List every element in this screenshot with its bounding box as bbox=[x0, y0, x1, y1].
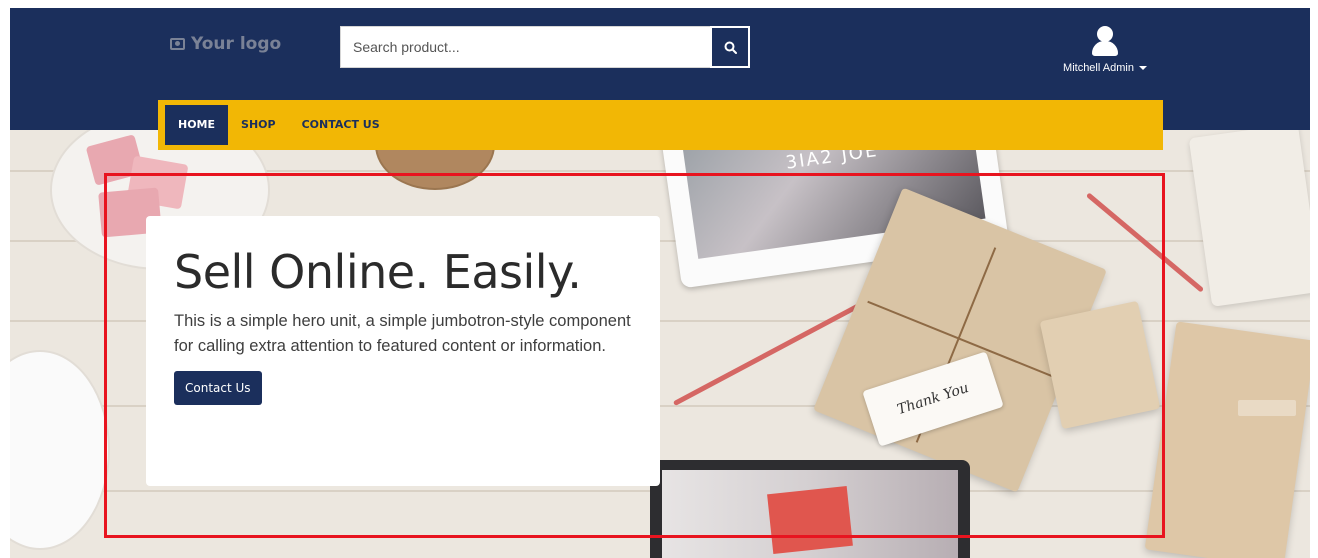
logo-text: Your logo bbox=[191, 34, 282, 54]
user-menu[interactable]: Mitchell Admin bbox=[1050, 26, 1160, 76]
thank-you-tag-image: Thank You bbox=[895, 379, 971, 419]
search-bar bbox=[340, 26, 752, 68]
user-name: Mitchell Admin bbox=[1063, 62, 1134, 74]
search-button[interactable] bbox=[710, 26, 750, 68]
caret-down-icon bbox=[1138, 66, 1147, 70]
nav-item-contact-us[interactable]: CONTACT US bbox=[289, 105, 393, 145]
hero-card: Sell Online. Easily. This is a simple he… bbox=[146, 216, 660, 486]
nav-item-shop[interactable]: SHOP bbox=[228, 105, 289, 145]
search-input[interactable] bbox=[340, 26, 710, 68]
image-overlay-badge bbox=[1238, 400, 1296, 416]
contact-us-button[interactable]: Contact Us bbox=[174, 370, 262, 405]
browser-viewport: Your logo Mitchell Admin HOME SHOP bbox=[10, 8, 1310, 558]
hero-description: This is a simple hero unit, a simple jum… bbox=[174, 311, 631, 355]
site-logo[interactable]: Your logo bbox=[170, 34, 281, 54]
user-icon bbox=[1090, 26, 1120, 56]
main-nav: HOME SHOP CONTACT US bbox=[158, 100, 1163, 150]
hero-title: Sell Online. Easily. bbox=[174, 245, 582, 299]
user-menu-toggle[interactable]: Mitchell Admin bbox=[1063, 62, 1147, 74]
nav-item-home[interactable]: HOME bbox=[165, 105, 229, 145]
camera-icon bbox=[170, 38, 185, 50]
search-icon bbox=[724, 41, 737, 54]
